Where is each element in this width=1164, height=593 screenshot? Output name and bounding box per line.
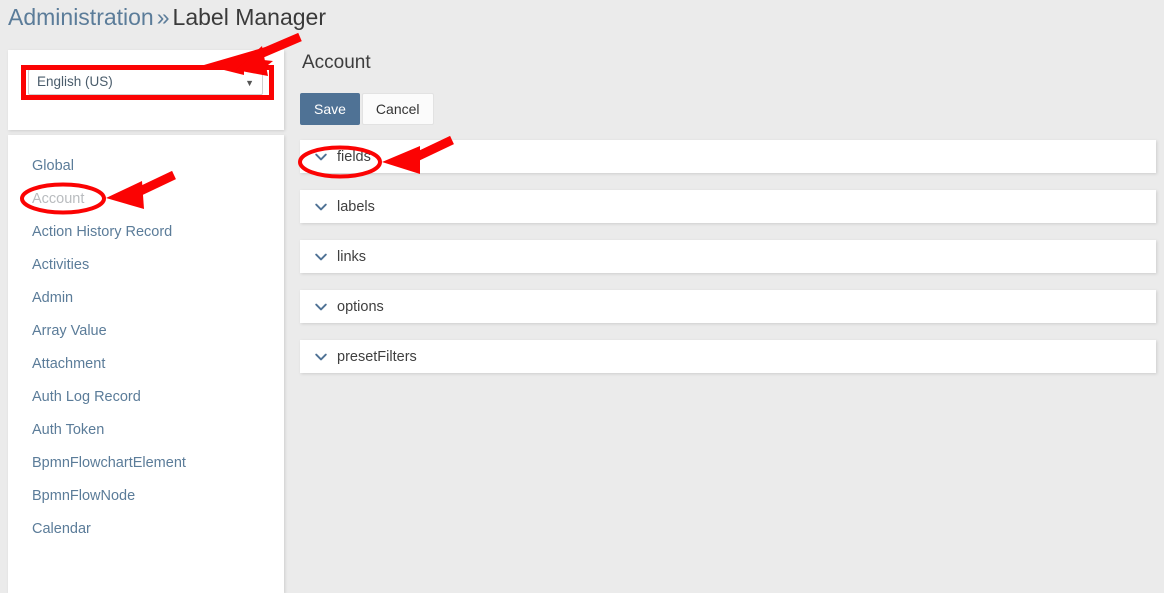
sidebar-item-bpmnflownode[interactable]: BpmnFlowNode	[8, 480, 284, 513]
chevron-down-icon	[315, 303, 327, 310]
chevron-down-icon	[315, 253, 327, 260]
sidebar-item-activities[interactable]: Activities	[8, 249, 284, 282]
sidebar-item-global[interactable]: Global	[8, 150, 284, 183]
sidebar-item-bpmnflowchartelement[interactable]: BpmnFlowchartElement	[8, 447, 284, 480]
language-panel: English (US) ▼	[8, 50, 284, 130]
panel-label: presetFilters	[337, 348, 417, 365]
panel-labels[interactable]: labels	[300, 190, 1156, 223]
language-select-value: English (US)	[37, 74, 113, 89]
chevron-down-icon: ▼	[245, 78, 254, 88]
breadcrumb: Administration» Label Manager	[8, 2, 326, 32]
sidebar-item-auth-token[interactable]: Auth Token	[8, 414, 284, 447]
chevron-down-icon	[315, 153, 327, 160]
panel-presetfilters[interactable]: presetFilters	[300, 340, 1156, 373]
collapsible-panel-list: fields labels links options presetFilter	[300, 140, 1156, 373]
language-select[interactable]: English (US) ▼	[28, 69, 263, 95]
sidebar-item-auth-log-record[interactable]: Auth Log Record	[8, 381, 284, 414]
panel-label: labels	[337, 198, 375, 215]
panel-fields[interactable]: fields	[300, 140, 1156, 173]
panel-label: links	[337, 248, 367, 265]
breadcrumb-link-administration[interactable]: Administration	[8, 4, 154, 30]
panel-options[interactable]: options	[300, 290, 1156, 323]
breadcrumb-separator: »	[156, 4, 170, 30]
sidebar-item-admin[interactable]: Admin	[8, 282, 284, 315]
panel-label: fields	[337, 148, 371, 165]
scope-list-panel: Global Account Action History Record Act…	[8, 135, 284, 593]
cancel-button[interactable]: Cancel	[361, 93, 434, 125]
breadcrumb-current-label-manager: Label Manager	[172, 4, 326, 30]
left-column: English (US) ▼ Global Account Action His…	[8, 50, 284, 593]
page-title: Account	[302, 52, 371, 73]
action-button-row: Save Cancel	[300, 93, 1156, 125]
panel-links[interactable]: links	[300, 240, 1156, 273]
chevron-down-icon	[315, 353, 327, 360]
panel-label: options	[337, 298, 384, 315]
sidebar-item-array-value[interactable]: Array Value	[8, 315, 284, 348]
main-content: Account Save Cancel fields labels links	[300, 50, 1156, 390]
save-button[interactable]: Save	[300, 93, 360, 125]
chevron-down-icon	[315, 203, 327, 210]
sidebar-item-calendar[interactable]: Calendar	[8, 513, 284, 546]
sidebar-item-attachment[interactable]: Attachment	[8, 348, 284, 381]
sidebar-item-action-history-record[interactable]: Action History Record	[8, 216, 284, 249]
sidebar-item-account[interactable]: Account	[8, 183, 284, 216]
